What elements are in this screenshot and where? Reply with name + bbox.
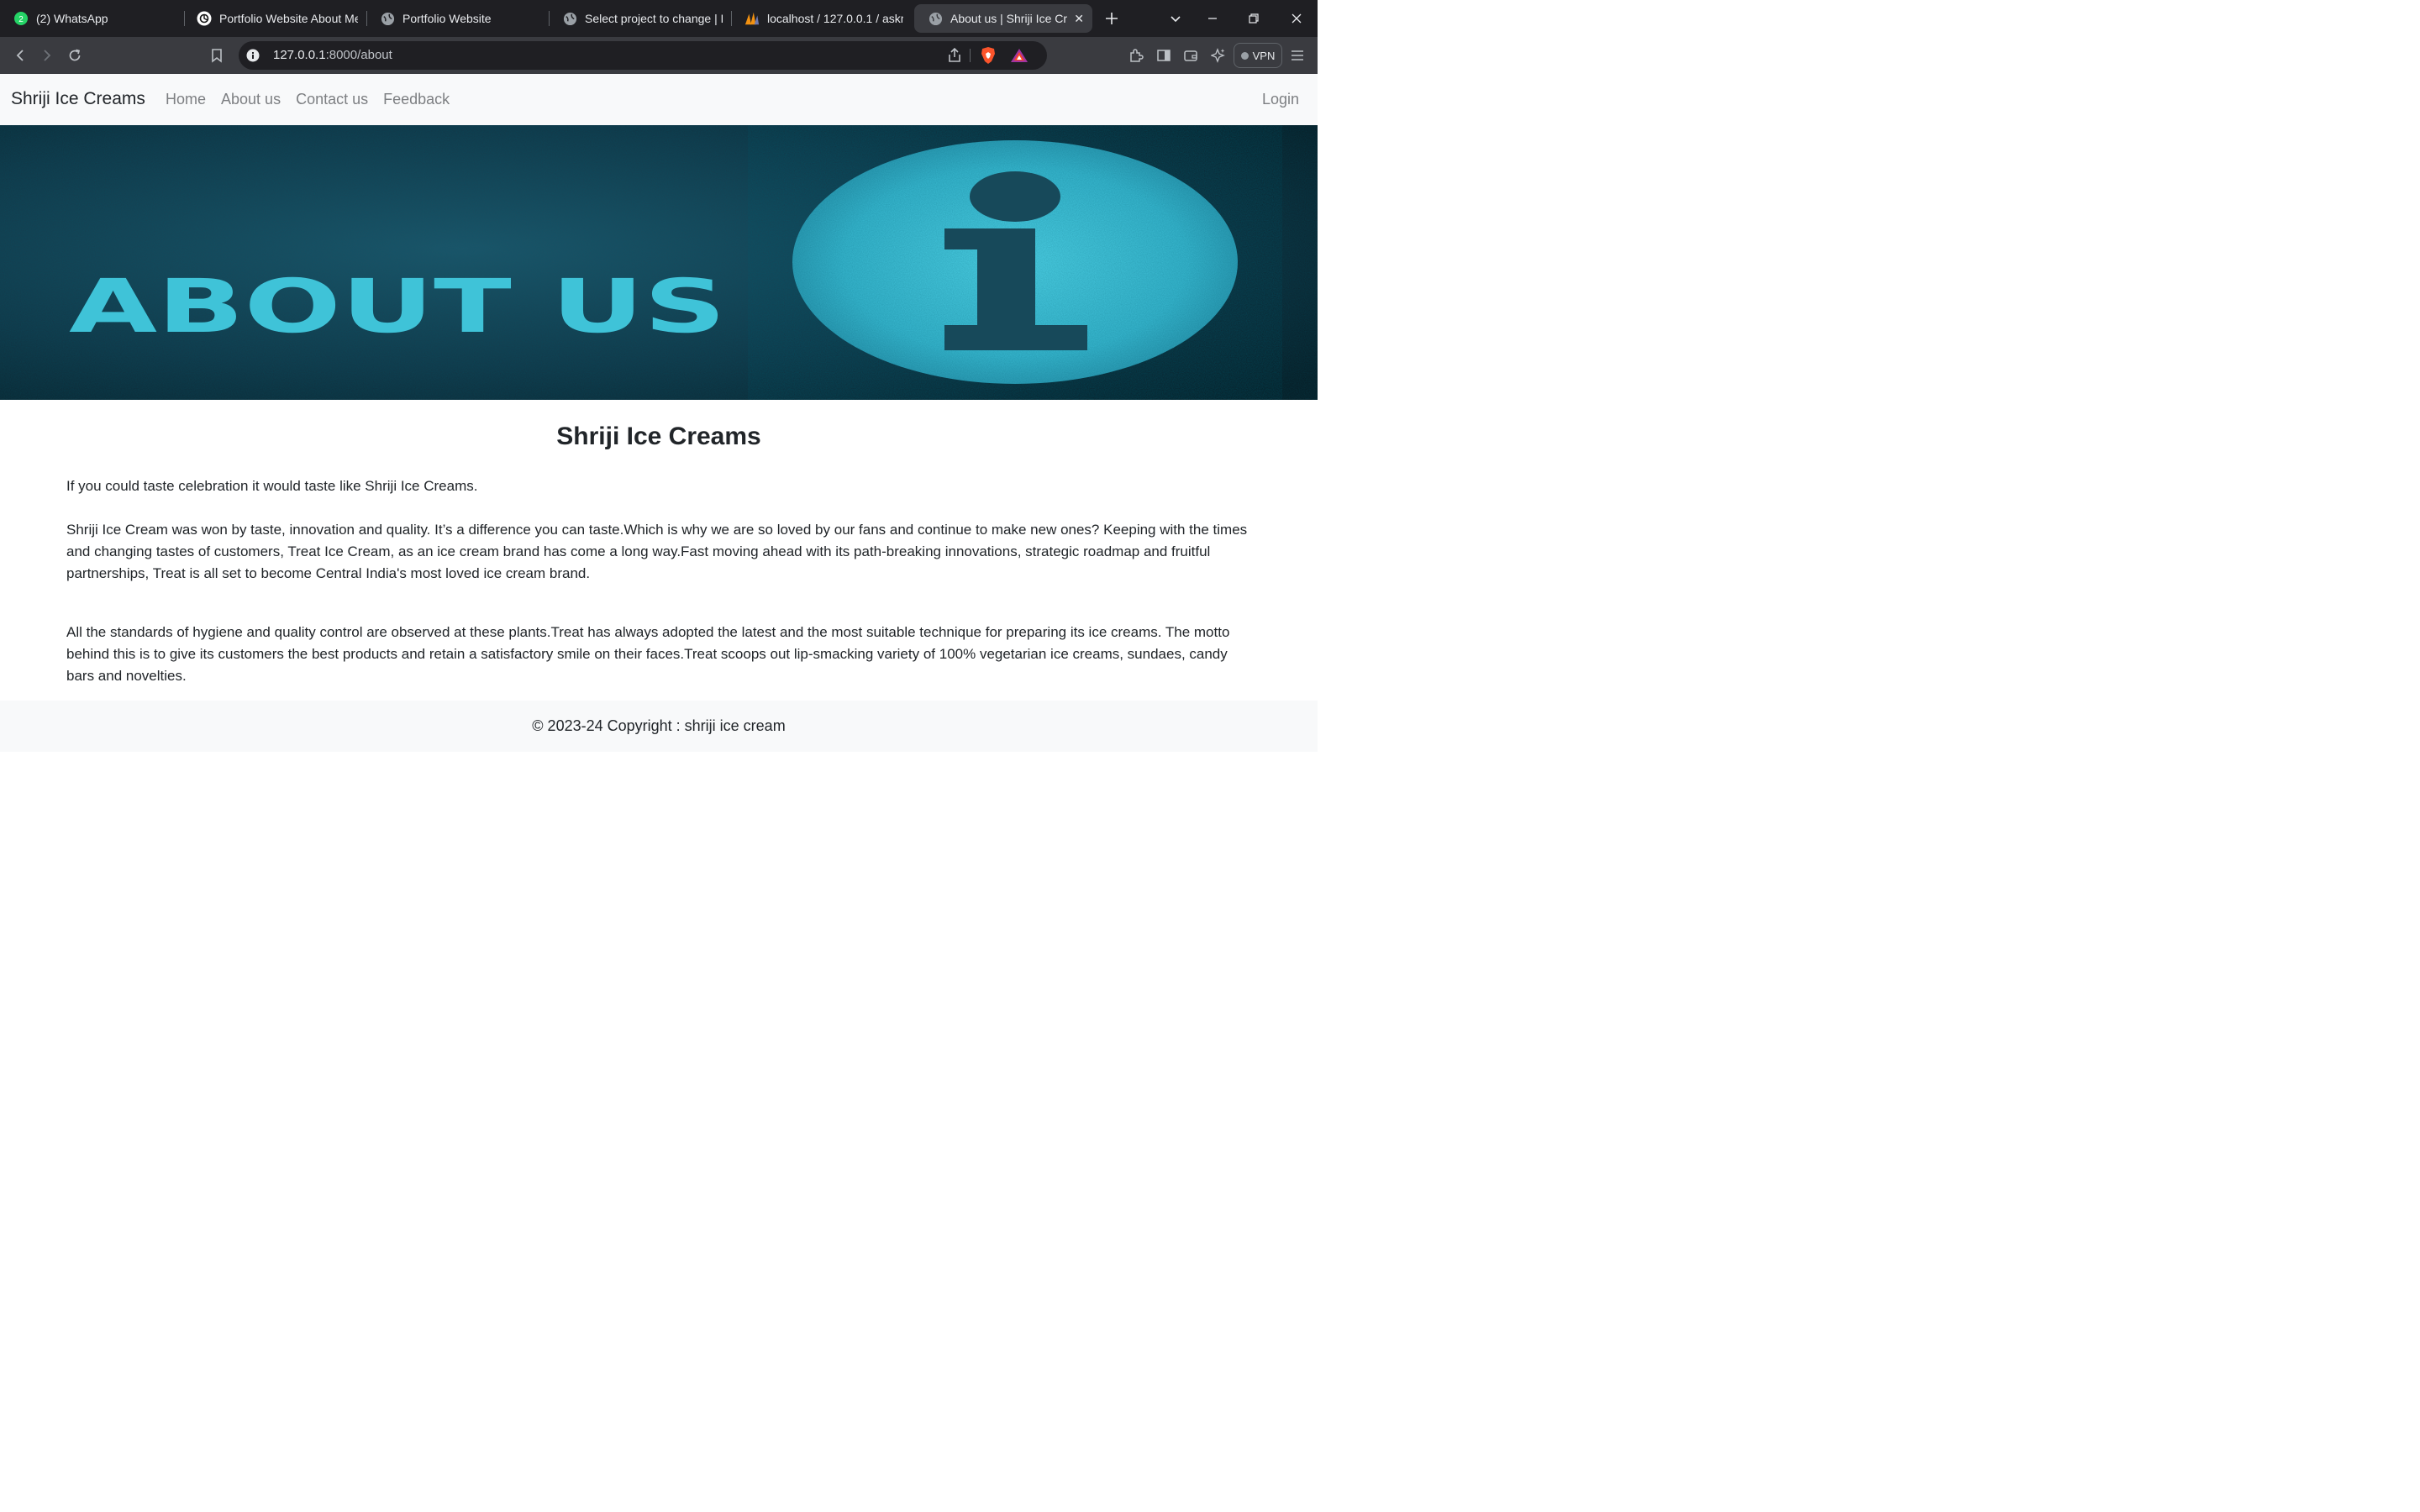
globe-icon	[928, 11, 943, 26]
chevron-down-icon	[1171, 16, 1181, 23]
new-tab-button[interactable]	[1100, 8, 1123, 29]
sidebar-button[interactable]	[1152, 45, 1176, 66]
tab-title: Portfolio Website	[402, 12, 492, 25]
address-bar[interactable]: 127.0.0.1:8000/about	[239, 41, 1047, 70]
brave-shields-icon[interactable]	[980, 46, 997, 69]
forward-button[interactable]	[35, 45, 59, 66]
globe-icon	[380, 11, 395, 26]
bookmark-icon	[212, 49, 222, 63]
close-icon[interactable]: ✕	[1074, 12, 1084, 26]
menu-button[interactable]	[1286, 45, 1309, 66]
close-window-button[interactable]	[1285, 8, 1308, 29]
login-link[interactable]: Login	[1262, 91, 1299, 108]
svg-text:2: 2	[18, 15, 24, 24]
site-info-icon[interactable]	[246, 49, 260, 66]
tab-title: localhost / 127.0.0.1 / askme	[767, 12, 903, 25]
tab-title: Select project to change | Dj	[585, 12, 723, 25]
intro-paragraph: If you could taste celebration it would …	[66, 478, 478, 494]
page-title: Shriji Ice Creams	[556, 423, 761, 450]
minimize-button[interactable]	[1201, 8, 1224, 29]
site-footer: © 2023-24 Copyright : shriji ice cream	[0, 701, 1318, 752]
tab-search-button[interactable]	[1164, 8, 1187, 29]
nav-links: Home About us Contact us Feedback	[166, 91, 465, 108]
reload-icon	[69, 49, 81, 61]
sidebar-icon	[1157, 50, 1171, 61]
nav-contact-link[interactable]: Contact us	[296, 91, 368, 108]
close-icon	[1292, 13, 1302, 24]
browser-toolbar: 127.0.0.1:8000/about VPN	[0, 37, 1318, 74]
browser-tab-strip: 2 (2) WhatsApp Portfolio Website About M…	[0, 0, 1318, 37]
restore-icon	[1249, 13, 1259, 24]
wallet-button[interactable]	[1179, 45, 1202, 66]
back-arrow-icon	[16, 50, 24, 61]
whatsapp-icon: 2	[13, 11, 29, 26]
phpmyadmin-icon	[744, 11, 760, 26]
about-us-banner: ABOUT US	[0, 125, 1318, 400]
hamburger-menu-icon	[1292, 50, 1303, 60]
puzzle-icon	[1130, 49, 1144, 62]
forward-arrow-icon	[44, 50, 51, 61]
restore-button[interactable]	[1242, 8, 1265, 29]
tab-title: (2) WhatsApp	[36, 12, 108, 25]
bookmark-button[interactable]	[205, 45, 229, 66]
nav-about-link[interactable]: About us	[221, 91, 281, 108]
globe-icon	[562, 11, 577, 26]
tab-about-us-active[interactable]: About us | Shriji Ice Crea ✕	[914, 4, 1092, 33]
url-text: 127.0.0.1:8000/about	[273, 48, 392, 62]
tab-portfolio-website[interactable]: Portfolio Website	[366, 4, 549, 33]
nav-feedback-link[interactable]: Feedback	[383, 91, 450, 108]
brave-rewards-icon[interactable]	[1010, 48, 1028, 67]
tab-portfolio-about[interactable]: Portfolio Website About Me	[183, 4, 366, 33]
minimize-icon	[1208, 18, 1217, 19]
reload-button[interactable]	[63, 45, 87, 66]
vpn-status-dot	[1240, 51, 1249, 60]
tab-title: Portfolio Website About Me	[219, 12, 358, 25]
divider	[970, 49, 971, 62]
back-button[interactable]	[8, 45, 32, 66]
copyright-text: © 2023-24 Copyright : shriji ice cream	[532, 717, 786, 734]
site-navbar: Shriji Ice Creams Home About us Contact …	[0, 74, 1318, 125]
plus-icon	[1106, 13, 1118, 24]
share-icon[interactable]	[947, 47, 962, 67]
quality-paragraph: All the standards of hygiene and quality…	[66, 624, 1230, 684]
url-host: 127.0.0.1	[273, 48, 326, 62]
vpn-label: VPN	[1252, 49, 1276, 62]
about-paragraph: Shriji Ice Cream was won by taste, innov…	[66, 522, 1248, 581]
nav-home-link[interactable]: Home	[166, 91, 206, 108]
url-path: :8000/about	[325, 48, 392, 62]
tab-whatsapp[interactable]: 2 (2) WhatsApp	[0, 4, 183, 33]
wallet-icon	[1184, 50, 1197, 61]
about-content: If you could taste celebration it would …	[66, 475, 1251, 687]
about-us-banner-text: ABOUT US	[69, 263, 726, 349]
tab-title: About us | Shriji Ice Crea	[950, 12, 1068, 25]
brand-link[interactable]: Shriji Ice Creams	[11, 89, 145, 109]
openai-icon	[197, 11, 212, 26]
extensions-button[interactable]	[1124, 45, 1148, 66]
about-us-banner-image: ABOUT US	[0, 125, 1318, 400]
info-icon-dot	[970, 171, 1060, 222]
vpn-button[interactable]: VPN	[1234, 43, 1282, 68]
sparkle-icon	[1211, 48, 1225, 63]
tab-django-admin[interactable]: Select project to change | Dj	[549, 4, 731, 33]
tab-phpmyadmin[interactable]: localhost / 127.0.0.1 / askme	[731, 4, 912, 33]
leo-ai-button[interactable]	[1207, 45, 1230, 66]
